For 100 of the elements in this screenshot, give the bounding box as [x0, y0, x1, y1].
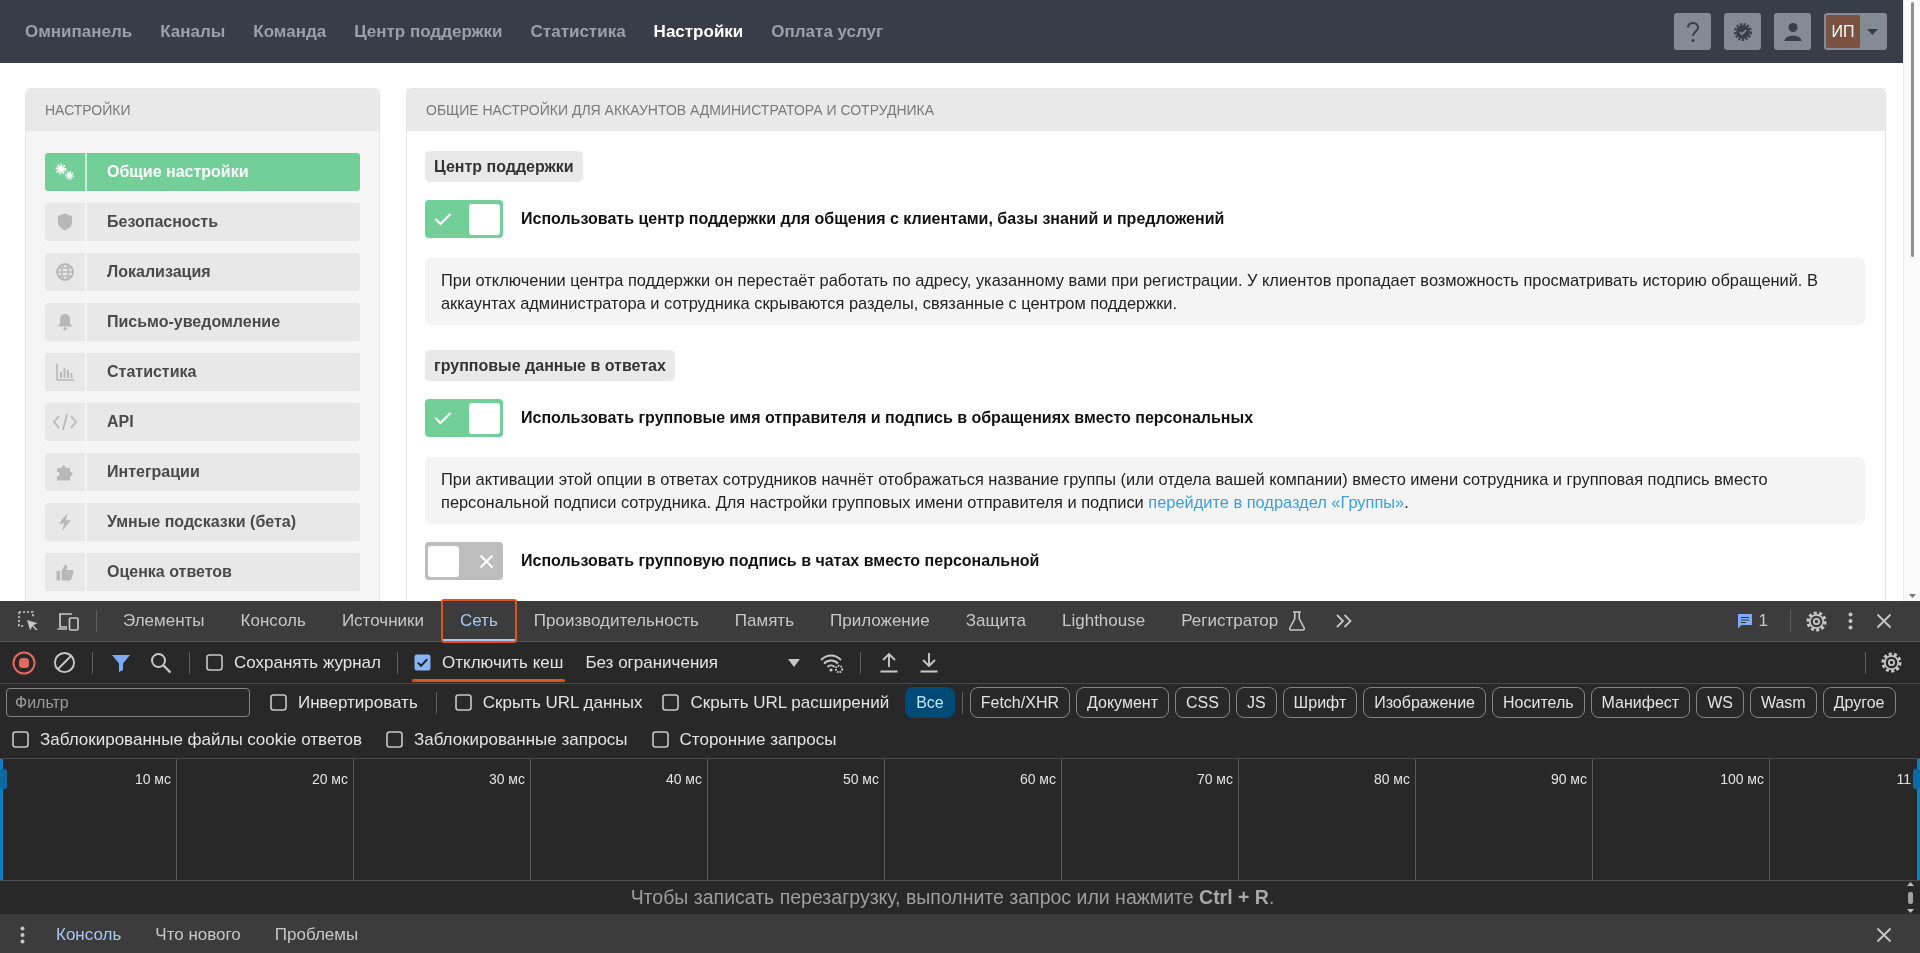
section-heading: групповые данные в ответах: [425, 350, 675, 382]
sidebar-item[interactable]: Умные подсказки (бета): [45, 503, 360, 541]
filter-chip[interactable]: Fetch/XHR: [969, 687, 1070, 718]
scrollbar-thumb[interactable]: [1910, 2, 1914, 257]
filter-chip[interactable]: Манифест: [1590, 687, 1691, 718]
checkbox-label: Отключить кеш: [442, 652, 564, 673]
page-scrollbar[interactable]: [1903, 0, 1920, 601]
devtools-tab[interactable]: Защита: [947, 601, 1044, 641]
record-icon: [12, 650, 36, 675]
code-icon: [52, 412, 78, 432]
avatar-initials: ИП: [1826, 15, 1860, 48]
filter-chip[interactable]: Носитель: [1492, 687, 1585, 718]
scroll-up-icon: [1907, 882, 1914, 886]
toggle-switch[interactable]: [425, 200, 503, 238]
checkbox[interactable]: [454, 694, 472, 711]
message-icon: [1736, 613, 1753, 629]
time-tick-label: 20 мс: [311, 771, 348, 787]
devtools-tab[interactable]: Консоль: [222, 601, 324, 641]
nav-link[interactable]: Статистика: [530, 17, 626, 46]
profile-button[interactable]: [1774, 13, 1811, 50]
nav-link[interactable]: Команда: [253, 17, 327, 46]
sidebar-item[interactable]: Статистика: [45, 353, 360, 391]
checkbox-label: Инвертировать: [298, 692, 418, 713]
throttling-dropdown[interactable]: Без ограничения: [571, 652, 812, 673]
section-heading: Центр поддержки: [425, 151, 583, 182]
devtools-tab[interactable]: Регистратор: [1163, 601, 1325, 641]
checkbox-label: Скрыть URL расширений: [690, 692, 890, 713]
time-tick-label: 70 мс: [1196, 771, 1233, 787]
sidebar-item[interactable]: API: [45, 403, 360, 441]
account-menu-button[interactable]: ИП: [1824, 13, 1887, 50]
devices-icon: [56, 611, 80, 631]
help-button[interactable]: [1674, 13, 1711, 50]
filter-chip[interactable]: JS: [1235, 687, 1277, 718]
caret-icon: [788, 658, 800, 667]
issues-button[interactable]: 1: [1736, 611, 1782, 631]
verified-button[interactable]: [1724, 13, 1761, 50]
filter-chip[interactable]: Все: [905, 687, 955, 718]
scroll-down-icon: [1908, 594, 1916, 598]
devtools-tab[interactable]: Lighthouse: [1044, 601, 1164, 641]
check-icon: [434, 411, 452, 426]
checkbox[interactable]: [662, 694, 680, 711]
settings-icon: [1879, 651, 1903, 674]
sidebar-item[interactable]: Письмо-уведомление: [45, 303, 360, 341]
checkbox[interactable]: [12, 731, 29, 748]
toggle-label: Использовать центр поддержки для общения с клиентами, базы знаний и предложений: [521, 210, 1225, 228]
time-tick-label: 10 мс: [134, 771, 171, 787]
checkbox[interactable]: [414, 654, 431, 671]
nav-link[interactable]: Центр поддержки: [354, 17, 503, 46]
empty-state-hint: Чтобы записать перезагрузку, выполните запрос или нажмите Ctrl + R.: [629, 886, 1276, 909]
checkbox[interactable]: [385, 731, 403, 748]
nav-link[interactable]: Каналы: [160, 17, 226, 46]
time-tick-label: 90 мс: [1550, 771, 1587, 787]
filter-chip[interactable]: Изображение: [1363, 687, 1486, 718]
toggle-switch[interactable]: [425, 542, 503, 581]
filter-chip[interactable]: WS: [1696, 687, 1744, 718]
filter-chip[interactable]: Документ: [1076, 687, 1169, 718]
checkbox-label: Сохранять журнал: [234, 652, 381, 673]
panel-scrollbar[interactable]: [1905, 882, 1916, 913]
toggle-switch[interactable]: [425, 399, 503, 438]
globe-icon: [55, 262, 75, 282]
devtools-tab[interactable]: Приложение: [812, 601, 948, 641]
thumbs-up-icon: [55, 562, 75, 582]
filter-chip[interactable]: Wasm: [1749, 687, 1817, 718]
sidebar-item[interactable]: Локализация: [45, 253, 360, 291]
verified-badge-icon: [1732, 21, 1753, 42]
devtools-tab[interactable]: Элементы: [105, 601, 223, 641]
timeline-overview[interactable]: 10 мс 20 мс 30 мс 40 мс 50 мс 60 мс 70 мс 80 мс 90 мс 100 мс 11: [0, 759, 1920, 880]
sidebar-item[interactable]: Оценка ответов: [45, 553, 360, 591]
filter-chip[interactable]: Шрифт: [1282, 687, 1358, 718]
devtools-tab[interactable]: Источники: [323, 601, 442, 641]
description-text: При активации этой опции в ответах сотрудников начнёт отображаться название группы (или отдела вашей компании) вместо имени сотрудника и групповая подпись вместо персональной подписи сотрудника. Для настройки групповых имени отправителя и подписи перейдите в подраздел «Группы».: [425, 457, 1865, 525]
card-title: ОБЩИЕ НАСТРОЙКИ ДЛЯ АККАУНТОВ АДМИНИСТРАТОРА И СОТРУДНИКА: [426, 102, 935, 118]
devtools-tab[interactable]: Производительность: [515, 601, 717, 641]
download-icon: [919, 652, 939, 673]
drawer-tab[interactable]: Что нового: [141, 914, 255, 953]
filter-chip[interactable]: Другое: [1822, 687, 1896, 718]
sidebar-item[interactable]: Безопасность: [45, 203, 360, 241]
filter-input[interactable]: Фильтр: [6, 688, 250, 717]
shield-icon: [55, 212, 75, 232]
drawer-tab[interactable]: Проблемы: [260, 914, 373, 953]
drawer-tab[interactable]: Консоль: [42, 914, 136, 953]
help-icon: [1685, 20, 1700, 43]
time-tick-label: 100 мс: [1720, 771, 1764, 787]
devtools-tab[interactable]: Сеть: [441, 601, 516, 641]
check-icon: [434, 212, 452, 226]
nav-link[interactable]: Омнипанель: [25, 17, 133, 46]
checkbox-label: Заблокированные файлы cookie ответов: [40, 729, 362, 750]
gears-icon: [54, 162, 76, 182]
toggle-label: Использовать групповую подпись в чатах вместо персональной: [521, 552, 1040, 571]
filter-chip[interactable]: CSS: [1175, 687, 1230, 718]
kebab-menu-icon: [19, 926, 25, 944]
checkbox[interactable]: [651, 731, 669, 748]
checkbox[interactable]: [206, 654, 223, 671]
nav-link[interactable]: Настройки: [653, 17, 744, 46]
checkbox[interactable]: [270, 694, 287, 711]
nav-link[interactable]: Оплата услуг: [771, 17, 884, 46]
upload-icon: [879, 652, 899, 673]
sidebar-item[interactable]: Интеграции: [45, 453, 360, 491]
checkbox-label: Скрыть URL данных: [482, 692, 643, 713]
devtools-tab[interactable]: Память: [716, 601, 812, 641]
